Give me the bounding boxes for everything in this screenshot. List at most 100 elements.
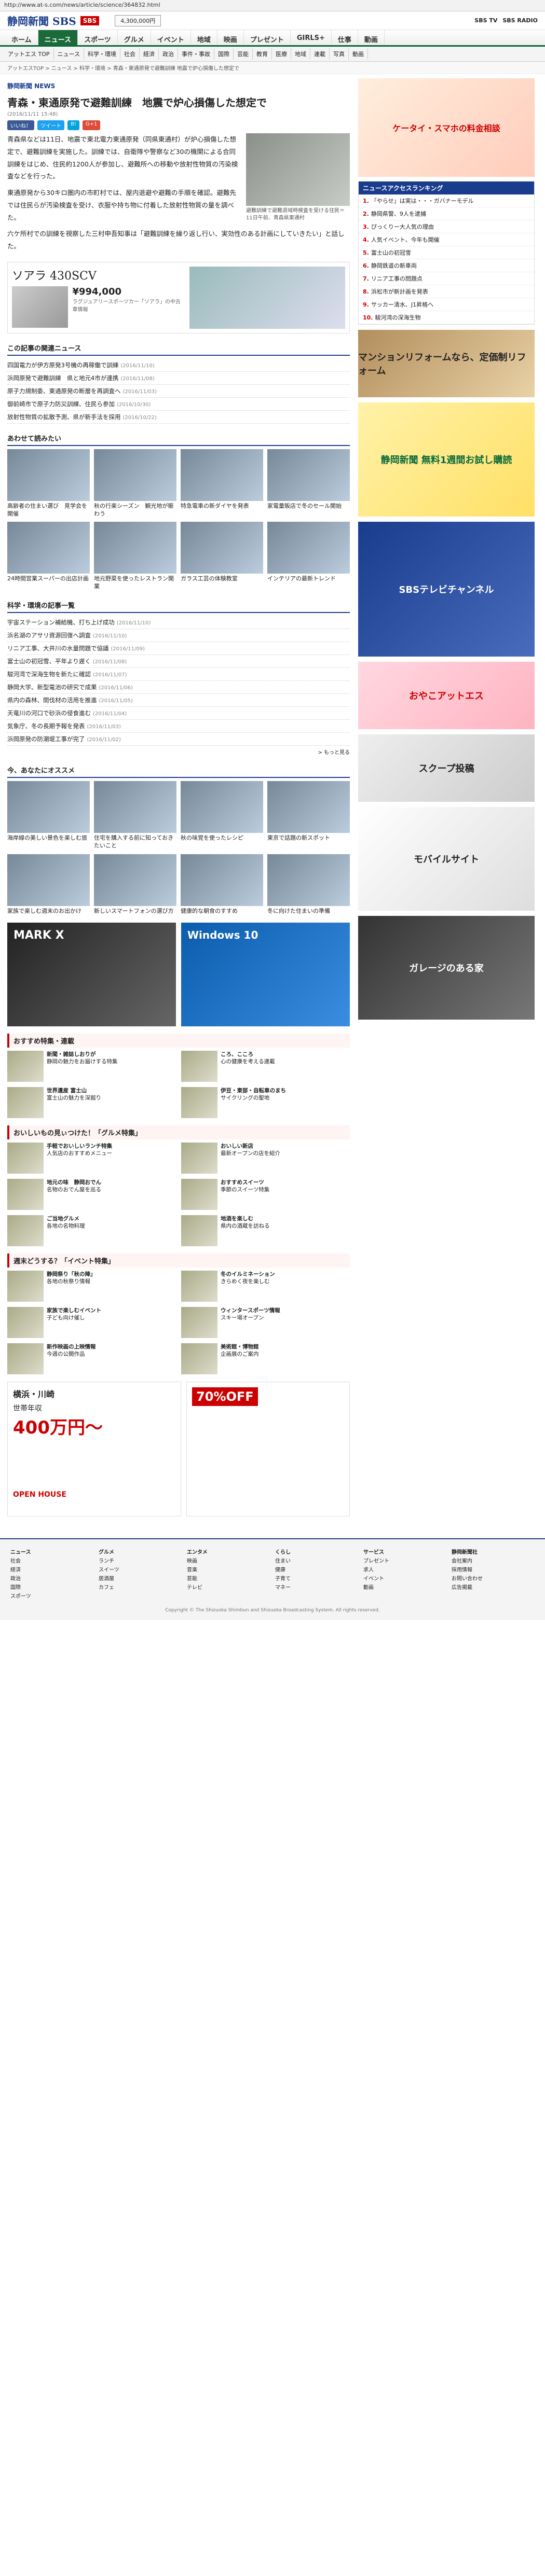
- list-item[interactable]: 四国電力が伊方原発3号機の再稼働で訓練 (2016/11/10): [7, 359, 350, 372]
- subnav-item[interactable]: 連載: [310, 48, 330, 60]
- header-ad-box[interactable]: 4,300,000円: [115, 15, 161, 26]
- card[interactable]: ガラス工芸の体験教室: [181, 522, 263, 591]
- ranking-item[interactable]: 5. 富士山の初冠雪: [359, 246, 534, 259]
- footer-link[interactable]: 広告掲載: [452, 1583, 535, 1591]
- feature-item[interactable]: 新聞・雑誌しおりが 静岡の魅力をお届けする特集: [7, 1050, 176, 1082]
- list-item-title[interactable]: 静岡大学、新型電池の研究で成果: [7, 684, 97, 691]
- footer-link[interactable]: ランチ: [99, 1556, 182, 1564]
- card[interactable]: 冬に向けた住まいの準備: [267, 854, 350, 915]
- card[interactable]: 地元野菜を使ったレストラン開業: [94, 522, 176, 591]
- list-item-title[interactable]: 気象庁、冬の長期予報を発表: [7, 722, 85, 730]
- card[interactable]: 家電量販店で冬のセール開始: [267, 449, 350, 518]
- scoop-banner[interactable]: スクープ投稿: [358, 734, 535, 802]
- footer-link[interactable]: 政治: [10, 1574, 93, 1582]
- list-item[interactable]: 浜岡原発の防潮堤工事が完了 (2016/11/02): [7, 733, 350, 746]
- list-item-title[interactable]: 浜岡原発で避難訓練 県と地元4市が連携: [7, 374, 118, 382]
- feature-item[interactable]: 美術館・博物館 企画展のご案内: [181, 1343, 350, 1374]
- footer-link[interactable]: お問い合わせ: [452, 1574, 535, 1582]
- footer-link[interactable]: スイーツ: [99, 1565, 182, 1573]
- list-item-title[interactable]: 原子力規制委、東通原発の断層を再調査へ: [7, 387, 121, 395]
- list-item-title[interactable]: 宇宙ステーション補給機、打ち上げ成功: [7, 619, 115, 626]
- ranking-title[interactable]: 駿河湾の深海生物: [375, 314, 421, 321]
- ranking-item[interactable]: 7. リニア工事の問題点: [359, 272, 534, 285]
- card[interactable]: 特急電車の新ダイヤを発表: [181, 449, 263, 518]
- subnav-item[interactable]: 事件・事故: [178, 48, 214, 60]
- car-ad[interactable]: ソアラ 430SCV ¥994,000 ラグジュアリースポーツカー「ソアラ」の中…: [7, 261, 350, 333]
- footer-link[interactable]: 会社案内: [452, 1556, 535, 1564]
- markx-ad[interactable]: MARK X: [7, 922, 176, 1026]
- mobile-banner[interactable]: モバイルサイト: [358, 807, 535, 911]
- list-item[interactable]: 富士山の初冠雪、平年より遅く (2016/11/08): [7, 655, 350, 669]
- subnav-item[interactable]: 写真: [330, 48, 349, 60]
- list-item[interactable]: 気象庁、冬の長期予報を発表 (2016/11/03): [7, 720, 350, 733]
- list-item[interactable]: 天竜川の河口で砂浜の侵食進む (2016/11/04): [7, 707, 350, 720]
- feature-item[interactable]: ころ、こころ 心の健康を考える連載: [181, 1050, 350, 1082]
- list-item[interactable]: リニア工事、大井川の水量問題で協議 (2016/11/09): [7, 642, 350, 656]
- list-item[interactable]: 放射性物質の拡散予測、県が新手法を採用 (2016/10/22): [7, 411, 350, 424]
- footer-link[interactable]: 経済: [10, 1565, 93, 1573]
- site-logo[interactable]: 静岡新聞 SBS: [7, 13, 76, 28]
- list-item-title[interactable]: 御前崎市で原子力防災訓練、住民ら参加: [7, 400, 115, 408]
- feature-item[interactable]: 地酒を楽しむ 県内の酒蔵を訪ねる: [181, 1215, 350, 1246]
- house-ad[interactable]: 横浜・川崎 世帯年収 400万円～ OPEN HOUSE: [7, 1381, 181, 1516]
- subnav-item[interactable]: 国際: [214, 48, 234, 60]
- footer-link[interactable]: 社会: [10, 1556, 93, 1564]
- card[interactable]: 家族で楽しむ週末のお出かけ: [7, 854, 90, 915]
- sbs-tv-banner[interactable]: SBSテレビチャンネル: [358, 522, 535, 657]
- ranking-title[interactable]: 「やらせ」は実は・・・ガバナーモデル: [371, 198, 474, 204]
- footer-link[interactable]: 国際: [10, 1583, 93, 1591]
- subnav-item[interactable]: 教育: [253, 48, 272, 60]
- card[interactable]: 秋の行楽シーズン 観光地が賑わう: [94, 449, 176, 518]
- side-top-ad[interactable]: ケータイ・スマホの料金相談: [358, 78, 535, 177]
- list-item-title[interactable]: 放射性物質の拡散予測、県が新手法を採用: [7, 413, 121, 421]
- nav-item[interactable]: 地域: [191, 30, 217, 45]
- footer-link[interactable]: 映画: [187, 1556, 270, 1564]
- ranking-item[interactable]: 3. ぴっくりー大人気の理由: [359, 220, 534, 233]
- subnav-item[interactable]: 科学・環境: [84, 48, 120, 60]
- footer-link[interactable]: 居酒屋: [99, 1574, 182, 1582]
- nav-item[interactable]: 動画: [358, 30, 385, 45]
- footer-link[interactable]: 求人: [363, 1565, 446, 1573]
- share-button[interactable]: ツイート: [37, 120, 64, 130]
- ranking-title[interactable]: リニア工事の問題点: [371, 275, 423, 282]
- nav-item[interactable]: スポーツ: [78, 30, 118, 45]
- oyako-banner[interactable]: おやこアットエス: [358, 662, 535, 729]
- ranking-title[interactable]: 人気イベント、今年も開催: [371, 236, 440, 243]
- feature-item[interactable]: ご当地グルメ 各地の名物料理: [7, 1215, 176, 1246]
- feature-item[interactable]: 伊豆・東部・自転車のまち サイクリングの聖地: [181, 1087, 350, 1118]
- sbs-tv-link[interactable]: SBS TV: [474, 17, 497, 24]
- footer-link[interactable]: 芸能: [187, 1574, 270, 1582]
- card[interactable]: 東京で話題の新スポット: [267, 781, 350, 850]
- list-item-title[interactable]: 浜岡原発の防潮堤工事が完了: [7, 735, 85, 743]
- feature-item[interactable]: おすすめスイーツ 季節のスイーツ特集: [181, 1178, 350, 1210]
- ranking-item[interactable]: 6. 静岡鉄道の新車両: [359, 259, 534, 272]
- list-item[interactable]: 原子力規制委、東通原発の断層を再調査へ (2016/11/03): [7, 385, 350, 398]
- ranking-item[interactable]: 1. 「やらせ」は実は・・・ガバナーモデル: [359, 194, 534, 207]
- feature-item[interactable]: 家族で楽しむイベント 子ども向け催し: [7, 1306, 176, 1338]
- nav-item[interactable]: 仕事: [332, 30, 358, 45]
- footer-link[interactable]: 住まい: [275, 1556, 358, 1564]
- card[interactable]: 住宅を購入する前に知っておきたいこと: [94, 781, 176, 850]
- ranking-title[interactable]: サッカー清水、J1昇格へ: [371, 301, 433, 308]
- address-bar[interactable]: http://www.at-s.com/news/article/science…: [0, 0, 545, 11]
- footer-link[interactable]: プレゼント: [363, 1556, 446, 1564]
- nav-item[interactable]: GIRLS+: [291, 30, 332, 45]
- ranking-title[interactable]: 静岡鉄道の新車両: [371, 262, 417, 269]
- list-item[interactable]: 浜岡原発で避難訓練 県と地元4市が連携 (2016/11/08): [7, 372, 350, 385]
- share-button[interactable]: いいね！: [7, 120, 34, 130]
- ranking-title[interactable]: 富士山の初冠雪: [371, 249, 411, 256]
- subnav-item[interactable]: アットエス TOP: [4, 48, 54, 60]
- feature-item[interactable]: おいしい新店 最新オープンの店を紹介: [181, 1142, 350, 1174]
- card[interactable]: 新しいスマートフォンの選び方: [94, 854, 176, 915]
- feature-item[interactable]: 地元の味 静岡おでん 名物のおでん屋を巡る: [7, 1178, 176, 1210]
- list-item[interactable]: 駿河湾で深海生物を新たに確認 (2016/11/07): [7, 668, 350, 681]
- photo-image[interactable]: [246, 133, 350, 206]
- footer-link[interactable]: 健康: [275, 1565, 358, 1573]
- windows-ad[interactable]: Windows 10: [181, 922, 350, 1026]
- footer-link[interactable]: スポーツ: [10, 1592, 93, 1599]
- ranking-title[interactable]: 静岡県警、9人を逮捕: [371, 211, 426, 217]
- feature-item[interactable]: 新作映画の上映情報 今週の公開作品: [7, 1343, 176, 1374]
- footer-link[interactable]: 子育て: [275, 1574, 358, 1582]
- subnav-item[interactable]: 地域: [291, 48, 310, 60]
- card[interactable]: 24時間営業スーパーの出店計画: [7, 522, 90, 591]
